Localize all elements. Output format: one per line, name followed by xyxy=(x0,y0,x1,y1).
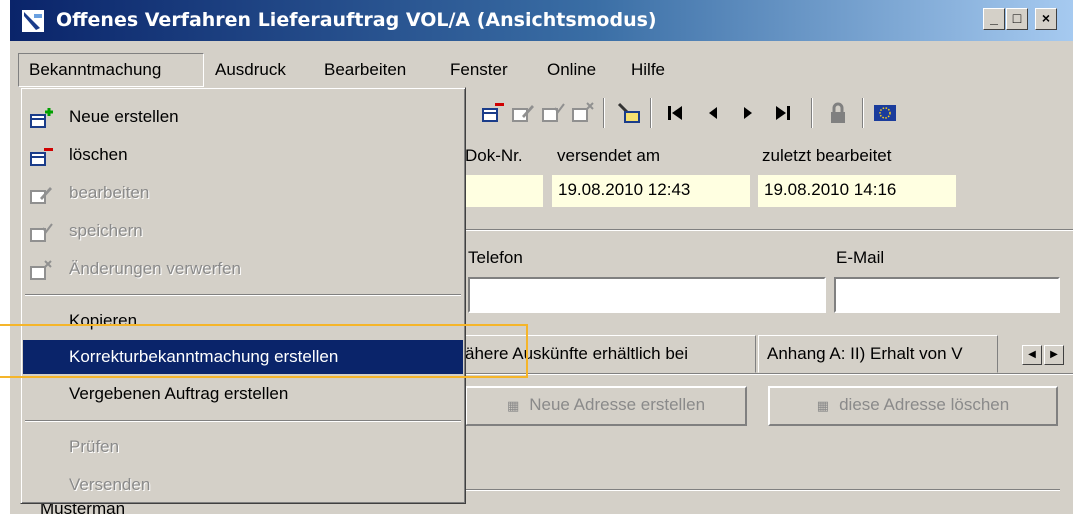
arrow-left-icon: ◀ xyxy=(1028,349,1036,360)
menu-fenster[interactable]: Fenster xyxy=(450,53,508,87)
tab-anhang-a[interactable]: Anhang A: II) Erhalt von V xyxy=(758,335,998,373)
next-record-icon[interactable] xyxy=(735,100,761,126)
table-icon: ▦ xyxy=(816,398,830,413)
lock-icon[interactable] xyxy=(825,100,851,126)
telefon-field[interactable] xyxy=(468,277,826,313)
new-address-label: Neue Adresse erstellen xyxy=(529,395,706,414)
table-icon: ▦ xyxy=(506,398,520,413)
menu-separator xyxy=(25,420,461,422)
email-field[interactable] xyxy=(834,277,1060,313)
menu-separator xyxy=(25,294,461,296)
tab-panel-top xyxy=(456,373,1073,375)
bearbeitet-label: zuletzt bearbeitet xyxy=(762,146,892,165)
toolbar-separator xyxy=(650,98,652,128)
maximize-button[interactable]: □ xyxy=(1006,8,1028,30)
bearbeitet-field: 19.08.2010 14:16 xyxy=(758,175,956,207)
last-record-icon[interactable] xyxy=(770,100,796,126)
close-icon: × xyxy=(1041,10,1051,26)
versendet-label: versendet am xyxy=(557,146,660,165)
delete-address-label: diese Adresse löschen xyxy=(839,395,1010,414)
eu-flag-icon[interactable] xyxy=(872,100,898,126)
table-discard-icon xyxy=(30,260,52,280)
title-bar[interactable]: Offenes Verfahren Lieferauftrag VOL/A (A… xyxy=(10,0,1073,41)
divider xyxy=(465,229,1073,231)
table-save-icon xyxy=(30,223,53,242)
menu-item-label: bearbeiten xyxy=(69,183,150,202)
table-delete-icon xyxy=(30,148,53,166)
close-button[interactable]: × xyxy=(1035,8,1057,30)
menu-item-label: speichern xyxy=(69,221,143,240)
menu-bekanntmachung[interactable]: Bekanntmachung xyxy=(18,53,204,87)
menu-item-neue-erstellen[interactable]: Neue erstellen xyxy=(23,100,463,134)
menu-item-label: Vergebenen Auftrag erstellen xyxy=(69,384,289,403)
toolbar-separator xyxy=(603,98,605,128)
menu-item-label: löschen xyxy=(69,145,128,164)
previous-record-icon[interactable] xyxy=(700,100,726,126)
new-address-button[interactable]: ▦ Neue Adresse erstellen xyxy=(465,386,747,426)
window-title: Offenes Verfahren Lieferauftrag VOL/A (A… xyxy=(56,9,657,31)
menu-bearbeiten[interactable]: Bearbeiten xyxy=(324,53,406,87)
tab-scroll-right-button[interactable]: ▶ xyxy=(1044,345,1064,365)
table-edit-icon[interactable] xyxy=(510,100,536,126)
dok-nr-field xyxy=(465,175,543,207)
menu-item-aenderungen-verwerfen[interactable]: Änderungen verwerfen xyxy=(23,252,463,286)
menu-item-loeschen[interactable]: löschen xyxy=(23,138,463,172)
first-record-icon[interactable] xyxy=(662,100,688,126)
bekanntmachung-dropdown: Neue erstellen löschen bearbeiten speich… xyxy=(20,87,466,504)
minimize-icon: _ xyxy=(990,10,998,26)
menu-item-speichern[interactable]: speichern xyxy=(23,214,463,248)
tab-scroll-left-button[interactable]: ◀ xyxy=(1022,345,1042,365)
dok-nr-label: Dok-Nr. xyxy=(465,146,523,165)
table-delete-icon[interactable] xyxy=(480,100,506,126)
menu-item-bearbeiten[interactable]: bearbeiten xyxy=(23,176,463,210)
menu-item-versenden[interactable]: Versenden xyxy=(23,468,463,502)
menu-item-vergebenen-auftrag[interactable]: Vergebenen Auftrag erstellen xyxy=(23,377,463,411)
menu-item-label: Prüfen xyxy=(69,437,120,456)
menu-item-label: Versenden xyxy=(69,475,151,494)
minimize-button[interactable]: _ xyxy=(983,8,1005,30)
arrow-right-icon: ▶ xyxy=(1050,349,1058,360)
menu-item-label: Änderungen verwerfen xyxy=(69,259,242,278)
delete-address-button[interactable]: ▦ diese Adresse löschen xyxy=(768,386,1058,426)
divider xyxy=(465,489,1060,491)
menu-hilfe[interactable]: Hilfe xyxy=(631,53,665,87)
menu-online[interactable]: Online xyxy=(547,53,596,87)
versendet-field: 19.08.2010 12:43 xyxy=(552,175,750,207)
table-add-icon xyxy=(30,108,53,128)
toolbar-separator xyxy=(862,98,864,128)
toolbar-separator xyxy=(811,98,813,128)
app-icon xyxy=(22,10,44,32)
menu-bar: Bekanntmachung Ausdruck Bearbeiten Fenst… xyxy=(10,53,1073,87)
table-edit-icon xyxy=(30,187,52,204)
menu-ausdruck[interactable]: Ausdruck xyxy=(215,53,286,87)
menu-item-pruefen[interactable]: Prüfen xyxy=(23,430,463,464)
telefon-label: Telefon xyxy=(468,248,523,267)
email-label: E-Mail xyxy=(836,248,885,267)
table-discard-icon[interactable] xyxy=(570,100,596,126)
validate-icon[interactable] xyxy=(615,100,641,126)
menu-item-label: Neue erstellen xyxy=(69,107,179,126)
maximize-icon: □ xyxy=(1012,10,1022,26)
table-save-icon[interactable] xyxy=(540,100,566,126)
annotation-highlight-box xyxy=(0,324,528,378)
